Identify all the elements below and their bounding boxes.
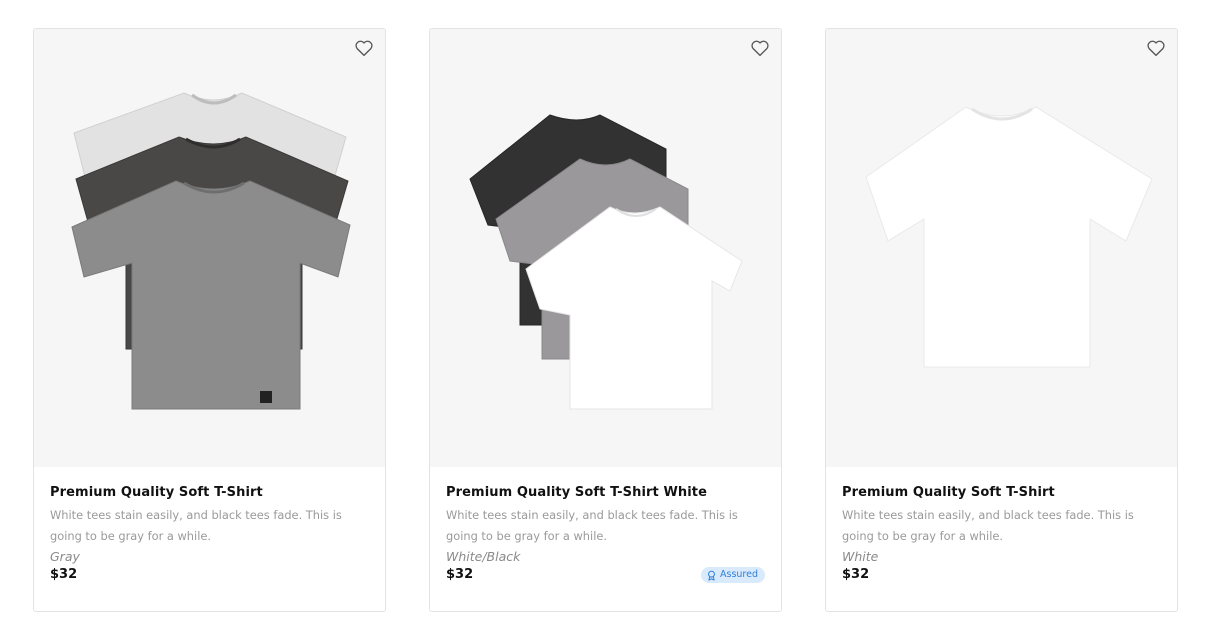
mixed-tshirt-stack-image bbox=[469, 114, 743, 410]
product-description: White tees stain easily, and black tees … bbox=[50, 508, 342, 543]
assured-badge: Assured bbox=[701, 567, 765, 583]
product-variant: Gray bbox=[50, 549, 80, 564]
product-description: White tees stain easily, and black tees … bbox=[842, 508, 1134, 543]
product-image[interactable] bbox=[34, 29, 385, 467]
product-image[interactable] bbox=[826, 29, 1177, 467]
product-info: Premium Quality Soft T-Shirt White White… bbox=[430, 467, 781, 584]
product-title[interactable]: Premium Quality Soft T-Shirt White bbox=[446, 484, 765, 502]
white-tshirt-image bbox=[865, 106, 1153, 368]
assured-badge-label: Assured bbox=[720, 569, 758, 580]
product-info: Premium Quality Soft T-Shirt White tees … bbox=[34, 467, 385, 584]
product-title[interactable]: Premium Quality Soft T-Shirt bbox=[842, 484, 1161, 502]
product-info: Premium Quality Soft T-Shirt White tees … bbox=[826, 467, 1177, 584]
product-description: White tees stain easily, and black tees … bbox=[446, 508, 738, 543]
product-price: $32 bbox=[842, 567, 870, 582]
product-image[interactable] bbox=[430, 29, 781, 467]
product-card[interactable]: Premium Quality Soft T-Shirt White White… bbox=[429, 28, 782, 612]
product-title[interactable]: Premium Quality Soft T-Shirt bbox=[50, 484, 369, 502]
product-card[interactable]: Premium Quality Soft T-Shirt White tees … bbox=[33, 28, 386, 612]
product-variant: White/Black bbox=[446, 549, 521, 564]
product-card[interactable]: Premium Quality Soft T-Shirt White tees … bbox=[825, 28, 1178, 612]
product-grid: Premium Quality Soft T-Shirt White tees … bbox=[33, 28, 1178, 612]
heart-outline-icon[interactable] bbox=[1146, 39, 1166, 57]
product-price: $32 bbox=[50, 567, 78, 582]
gray-tshirt-stack-image bbox=[71, 92, 351, 410]
award-ribbon-icon bbox=[708, 570, 715, 581]
heart-outline-icon[interactable] bbox=[354, 39, 374, 57]
heart-outline-icon[interactable] bbox=[750, 39, 770, 57]
product-variant: White bbox=[842, 549, 879, 564]
